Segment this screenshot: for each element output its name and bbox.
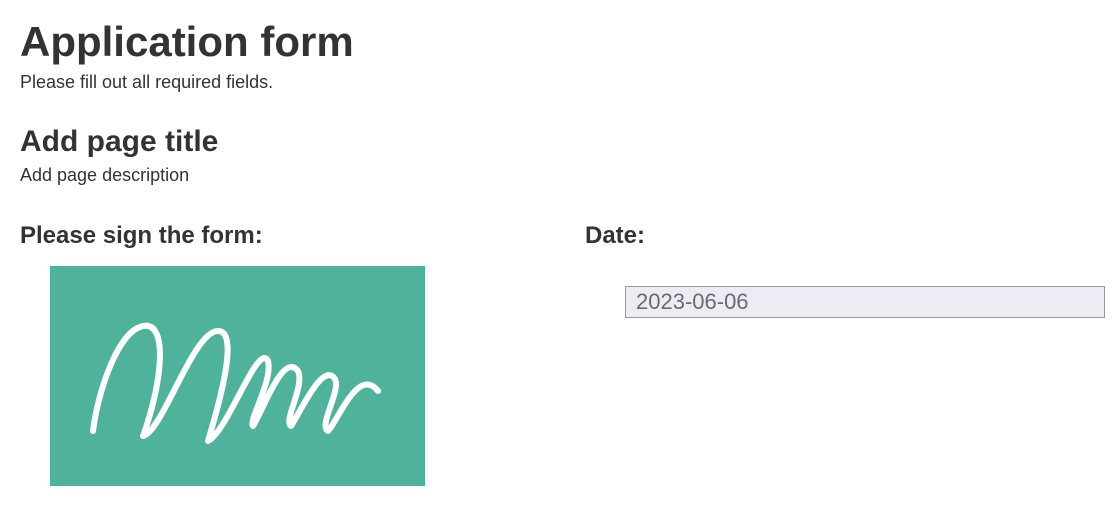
- page-description: Add page description: [20, 165, 1096, 186]
- date-input[interactable]: [625, 286, 1105, 318]
- signature-column: Please sign the form:: [20, 222, 545, 486]
- signature-input[interactable]: [50, 266, 425, 486]
- signature-icon: [73, 291, 403, 461]
- signature-label: Please sign the form:: [20, 222, 545, 250]
- date-label: Date:: [585, 222, 1105, 250]
- form-subtitle: Please fill out all required fields.: [20, 72, 1096, 93]
- date-column: Date:: [585, 222, 1105, 486]
- fields-row: Please sign the form: Date:: [20, 222, 1096, 486]
- form-title: Application form: [20, 18, 1096, 66]
- page-title: Add page title: [20, 125, 1096, 159]
